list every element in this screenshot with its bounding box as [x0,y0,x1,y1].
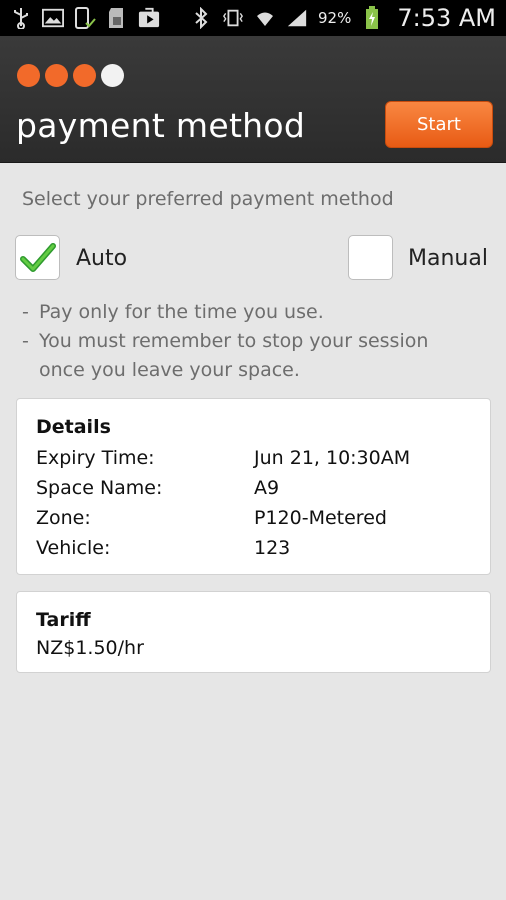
progress-step-3 [73,64,96,87]
auto-checkbox[interactable] [15,235,60,280]
phone-check-icon [74,7,96,29]
instruction-text: Select your preferred payment method [22,188,394,210]
page-title: payment method [16,106,306,145]
bluetooth-icon [190,7,212,29]
checkmark-icon [19,242,56,272]
status-system: 92% 7:53 AM [190,4,496,32]
signal-icon [286,7,308,29]
image-icon [42,7,64,29]
header: payment method Start [0,36,506,163]
progress-steps [17,64,124,87]
auto-label[interactable]: Auto [76,246,127,271]
note-item: - You must remember to stop your session… [22,327,469,385]
payment-notes: - Pay only for the time you use. - You m… [22,298,469,385]
usb-icon [10,7,32,29]
play-store-icon [138,7,160,29]
note-bullet: - [22,330,29,352]
detail-label: Expiry Time: [36,447,155,469]
start-button[interactable]: Start [385,101,493,148]
vibrate-icon [222,7,244,29]
progress-step-1 [17,64,40,87]
details-title: Details [36,416,111,438]
note-text: You must remember to stop your session o… [39,330,429,381]
manual-label[interactable]: Manual [408,246,488,271]
battery-percent: 92% [318,9,352,27]
tariff-card: Tariff NZ$1.50/hr [16,591,491,673]
details-card: Details Expiry Time: Jun 21, 10:30AM Spa… [16,398,491,575]
detail-label: Space Name: [36,477,163,499]
battery-charging-icon [361,6,383,29]
note-item: - Pay only for the time you use. [22,298,469,327]
status-bar: 92% 7:53 AM [0,0,506,36]
detail-label: Zone: [36,507,91,529]
clock: 7:53 AM [397,4,496,32]
progress-step-2 [45,64,68,87]
detail-value: P120-Metered [254,507,387,529]
note-text: Pay only for the time you use. [39,301,324,323]
progress-step-4 [101,64,124,87]
note-bullet: - [22,301,29,323]
detail-value: A9 [254,477,280,499]
sd-card-icon [106,7,128,29]
wifi-icon [254,7,276,29]
detail-value: Jun 21, 10:30AM [254,447,411,469]
detail-value: 123 [254,537,291,559]
status-notifications [10,7,160,29]
tariff-value: NZ$1.50/hr [36,637,144,659]
tariff-title: Tariff [36,609,91,631]
detail-label: Vehicle: [36,537,111,559]
manual-checkbox[interactable] [348,235,393,280]
